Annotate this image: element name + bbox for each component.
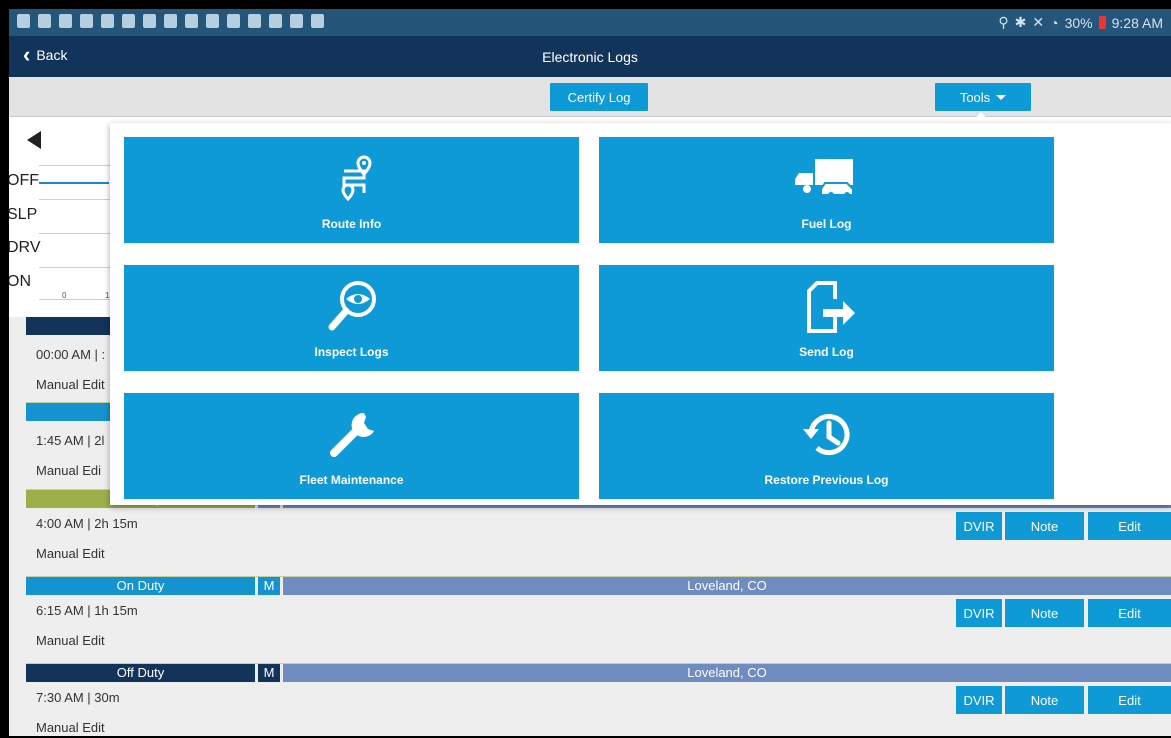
log-note: Manual Edi	[36, 463, 102, 478]
certify-log-button[interactable]: Certify Log	[550, 83, 648, 111]
mute-icon: ✕	[1032, 14, 1045, 30]
page-title: Electronic Logs	[542, 49, 638, 65]
log-note: Manual Edit	[36, 546, 105, 561]
note-button[interactable]: Note	[1005, 686, 1084, 714]
note-button[interactable]: Note	[1005, 512, 1084, 540]
dvir-button[interactable]: DVIR	[956, 686, 1002, 714]
tools-dropdown-button[interactable]: Tools	[935, 83, 1031, 111]
route-info-label: Route Info	[321, 217, 382, 231]
restore-previous-log-label: Restore Previous Log	[764, 473, 889, 487]
log-location: Loveland, CO	[283, 577, 1171, 595]
graph-gridline	[39, 267, 119, 268]
log-row[interactable]: 7:30 AM | 30m Manual Edit DVIR Note Edit	[26, 682, 1171, 736]
toolbar: Certify Log Tools	[9, 77, 1171, 117]
log-status-bar: Off Duty M Loveland, CO	[26, 664, 1171, 682]
app-icon	[80, 14, 93, 28]
graph-label-on: ON	[9, 273, 31, 290]
log-row[interactable]: 4:00 AM | 2h 15m Manual Edit DVIR Note E…	[26, 508, 1171, 577]
clock: 9:28 AM	[1111, 14, 1163, 31]
system-indicators: ⚲ ✱ ✕ ◔ 30% 9:28 AM	[998, 14, 1163, 31]
send-log-label: Send Log	[799, 345, 854, 359]
bluetooth-icon: ✱	[1014, 14, 1027, 30]
log-time: 00:00 AM | :	[36, 347, 106, 362]
log-time: 6:15 AM | 1h 15m	[36, 603, 138, 618]
fuel-log-label: Fuel Log	[801, 217, 852, 231]
edit-button[interactable]: Edit	[1088, 599, 1171, 627]
app-window: ⚲ ✱ ✕ ◔ 30% 9:28 AM ‹ Back Electronic Lo…	[9, 9, 1171, 736]
log-row[interactable]: 6:15 AM | 1h 15m Manual Edit DVIR Note E…	[26, 595, 1171, 664]
tools-label: Tools	[959, 89, 991, 105]
mail-icon	[185, 14, 198, 28]
inspect-logs-label: Inspect Logs	[314, 345, 389, 359]
notification-icons	[17, 14, 324, 28]
chat-icon	[269, 14, 282, 28]
graph-tick: 1	[105, 291, 110, 300]
mail-icon	[164, 14, 177, 28]
notification-icon	[38, 14, 51, 28]
edit-button[interactable]: Edit	[1088, 686, 1171, 714]
duty-status: On Duty	[26, 577, 255, 595]
log-time: 7:30 AM | 30m	[36, 690, 120, 705]
download-icon	[311, 14, 324, 28]
graph-off-duty-line	[39, 182, 109, 184]
image-icon	[59, 14, 72, 28]
power-icon	[143, 14, 156, 28]
graph-gridline	[39, 199, 119, 200]
edit-button[interactable]: Edit	[1088, 512, 1171, 540]
battery-level: 30%	[1064, 14, 1093, 31]
caret-down-icon	[996, 94, 1007, 100]
truck-icon	[794, 159, 854, 198]
plus-icon	[227, 14, 240, 28]
log-time: 1:45 AM | 2l	[36, 433, 105, 448]
tools-menu-pointer	[971, 112, 991, 123]
log-note: Manual Edit	[36, 377, 105, 392]
amazon-icon	[101, 14, 114, 28]
manual-marker: M	[258, 664, 280, 682]
duty-status: Off Duty	[26, 664, 255, 682]
graph-gridline	[39, 165, 119, 166]
inspect-logs-tile[interactable]: Inspect Logs	[124, 265, 579, 371]
flag-icon	[206, 14, 219, 28]
graph-label-slp: SLP	[9, 206, 38, 223]
fuel-log-tile[interactable]: Fuel Log	[599, 137, 1054, 243]
wifi-icon: ◔	[1050, 14, 1059, 31]
system-status-bar: ⚲ ✱ ✕ ◔ 30% 9:28 AM	[9, 9, 1171, 36]
location-indicator-icon: ⚲	[998, 14, 1009, 30]
wrench-icon	[329, 412, 374, 457]
log-note: Manual Edit	[36, 633, 105, 648]
weather-icon	[248, 14, 261, 28]
certify-log-label: Certify Log	[567, 89, 631, 105]
log-status-bar: On Duty M Loveland, CO	[26, 577, 1171, 595]
graph-gridline	[39, 233, 119, 234]
log-time: 4:00 AM | 2h 15m	[36, 516, 138, 531]
graph-label-drv: DRV	[9, 239, 41, 256]
dvir-button[interactable]: DVIR	[956, 512, 1002, 540]
tools-menu: Route Info Fuel Log Inspect Logs Send Lo…	[110, 123, 1171, 505]
history-icon	[802, 414, 849, 456]
fleet-maintenance-label: Fleet Maintenance	[299, 473, 404, 487]
fleet-maintenance-tile[interactable]: Fleet Maintenance	[124, 393, 579, 499]
route-icon	[340, 155, 372, 202]
graph-label-off: OFF	[9, 172, 39, 189]
dvir-button[interactable]: DVIR	[956, 599, 1002, 627]
manual-marker: M	[258, 577, 280, 595]
restore-previous-log-tile[interactable]: Restore Previous Log	[599, 393, 1054, 499]
send-log-tile[interactable]: Send Log	[599, 265, 1054, 371]
note-button[interactable]: Note	[1005, 599, 1084, 627]
battery-icon	[1098, 16, 1106, 29]
send-document-icon	[806, 281, 855, 333]
location-icon	[17, 14, 30, 28]
graph-tick: 0	[62, 291, 67, 300]
log-location: Loveland, CO	[283, 664, 1171, 682]
log-note: Manual Edit	[36, 720, 105, 735]
route-info-tile[interactable]: Route Info	[124, 137, 579, 243]
magnifier-eye-icon	[328, 281, 376, 331]
download-icon	[290, 14, 303, 28]
app-header: ‹ Back Electronic Logs	[9, 36, 1171, 77]
amazon-icon	[122, 14, 135, 28]
previous-day-arrow-icon[interactable]	[27, 131, 41, 149]
